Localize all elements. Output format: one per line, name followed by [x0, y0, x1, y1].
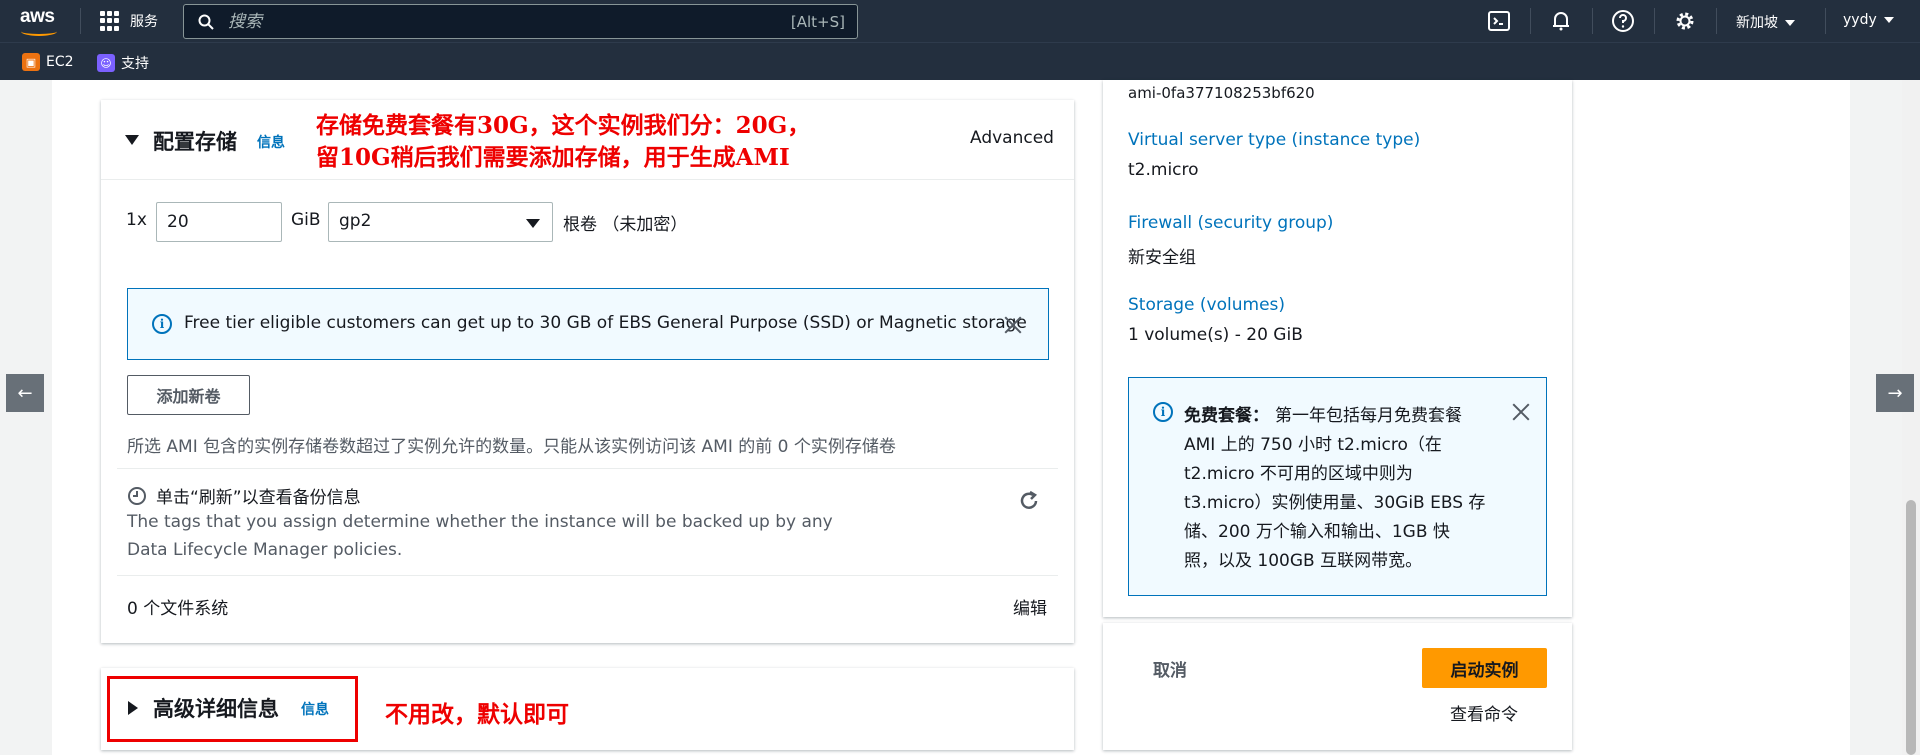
- firewall-value: 新安全组: [1128, 248, 1196, 268]
- favorite-support[interactable]: ☺ 支持: [97, 53, 149, 73]
- free-tier-line: AMI 上的 750 小时 t2.micro（在: [1184, 435, 1442, 455]
- search-icon: [198, 14, 214, 30]
- aws-logo[interactable]: aws: [20, 6, 60, 36]
- favorite-ec2[interactable]: ▣ EC2: [22, 53, 74, 71]
- storage-annotation: 存储免费套餐有30G，这个实例我们分：20G， 留10G稍后我们需要添加存储，用…: [316, 110, 810, 174]
- size-unit: GiB: [291, 210, 321, 230]
- storage-title: 配置存储: [153, 130, 237, 154]
- user-label: yydy: [1843, 12, 1877, 28]
- nav-divider: [80, 8, 81, 34]
- instance-type-label[interactable]: Virtual server type (instance type): [1128, 130, 1420, 150]
- cloudshell-icon[interactable]: [1487, 9, 1511, 33]
- firewall-label[interactable]: Firewall (security group): [1128, 213, 1333, 233]
- nav-divider: [1654, 8, 1655, 34]
- user-menu[interactable]: yydy: [1843, 12, 1894, 28]
- favorite-ec2-label: EC2: [46, 54, 74, 70]
- clock-icon: [128, 487, 146, 505]
- nav-divider: [1530, 8, 1531, 34]
- search-shortcut-hint: [Alt+S]: [790, 13, 845, 31]
- aws-logo-text: aws: [20, 6, 55, 27]
- nav-divider: [1716, 8, 1717, 34]
- view-command-link[interactable]: 查看命令: [1450, 700, 1518, 725]
- region-selector[interactable]: 新加坡: [1736, 12, 1795, 32]
- settings-gear-icon[interactable]: [1673, 9, 1697, 33]
- backup-description-line2: Data Lifecycle Manager policies.: [127, 540, 403, 560]
- search-input[interactable]: [228, 10, 708, 34]
- alert-text: Free tier eligible customers can get up …: [184, 313, 1027, 333]
- free-tier-line: 照，以及 100GB 互联网带宽。: [1184, 551, 1423, 571]
- volume-count: 1x: [126, 210, 147, 230]
- advanced-highlight-box: [107, 676, 358, 742]
- chevron-down-icon: [1883, 17, 1894, 23]
- close-icon[interactable]: [1510, 401, 1532, 423]
- launch-actions-panel: 取消 启动实例 查看命令: [1103, 623, 1572, 750]
- favorite-support-label: 支持: [121, 56, 149, 72]
- refresh-icon[interactable]: [1018, 490, 1040, 512]
- free-tier-line: 第一年包括每月免费套餐: [1275, 406, 1462, 426]
- free-tier-text: 免费套餐： 第一年包括每月免费套餐 AMI 上的 750 小时 t2.micro（…: [1184, 402, 1504, 576]
- aws-smile-icon: [21, 27, 57, 36]
- ami-instance-store-note: 所选 AMI 包含的实例存储卷数超过了实例允许的数量。只能从该实例访问该 AMI…: [127, 437, 896, 457]
- storage-annotation-line1: 存储免费套餐有30G，这个实例我们分：20G，: [316, 112, 811, 139]
- info-icon: i: [152, 314, 172, 334]
- volume-type-select[interactable]: gp2: [328, 202, 553, 242]
- prev-arrow-button[interactable]: ←: [6, 374, 44, 412]
- volume-description: 根卷 （未加密）: [563, 215, 688, 235]
- search-box[interactable]: [Alt+S]: [183, 4, 858, 39]
- grid-menu-icon: [100, 11, 120, 31]
- free-tier-line: t3.micro）实例使用量、30GiB EBS 存: [1184, 493, 1486, 513]
- storage-label[interactable]: Storage (volumes): [1128, 295, 1285, 315]
- advanced-link[interactable]: Advanced: [970, 128, 1054, 148]
- storage-annotation-line2: 留10G稍后我们需要添加存储，用于生成AMI: [316, 144, 790, 171]
- services-label: 服务: [130, 14, 158, 30]
- advanced-annotation: 不用改，默认即可: [385, 701, 569, 728]
- top-navigation-bar: aws 服务 [Alt+S] 新加坡 yydy: [0, 0, 1920, 42]
- storage-info-link[interactable]: 信息: [257, 132, 285, 152]
- volume-type-value: gp2: [339, 211, 372, 231]
- services-menu-button[interactable]: 服务: [100, 11, 158, 31]
- configure-storage-panel: 配置存储 信息 Advanced 1x GiB gp2 根卷 （未加密） i F…: [101, 100, 1074, 643]
- favorites-bar: ▣ EC2 ☺ 支持: [0, 42, 1920, 80]
- cancel-button[interactable]: 取消: [1153, 656, 1187, 681]
- notifications-bell-icon[interactable]: [1549, 9, 1573, 33]
- close-icon[interactable]: [1002, 314, 1024, 336]
- free-tier-line: t2.micro 不可用的区域中则为: [1184, 464, 1413, 484]
- launch-instance-button[interactable]: 启动实例: [1422, 648, 1547, 688]
- instance-type-value: t2.micro: [1128, 160, 1199, 180]
- nav-divider: [1825, 8, 1826, 34]
- free-tier-line: 储、200 万个输入和输出、1GB 快: [1184, 522, 1450, 542]
- next-arrow-button[interactable]: →: [1876, 374, 1914, 412]
- nav-divider: [1592, 8, 1593, 34]
- volume-size-input[interactable]: [156, 202, 282, 242]
- divider: [117, 468, 1058, 469]
- add-new-volume-button[interactable]: 添加新卷: [127, 375, 250, 415]
- region-label: 新加坡: [1736, 15, 1778, 31]
- free-tier-storage-alert: i Free tier eligible customers can get u…: [127, 288, 1049, 360]
- backup-info-title: 单击“刷新”以查看备份信息: [156, 488, 361, 508]
- scrollbar-thumb[interactable]: [1906, 500, 1916, 755]
- divider: [117, 575, 1058, 576]
- chevron-down-icon: [1785, 20, 1795, 26]
- ec2-service-icon: ▣: [22, 53, 40, 71]
- edit-file-systems-link[interactable]: 编辑: [1013, 594, 1047, 619]
- expand-caret-icon[interactable]: [125, 135, 139, 145]
- caret-down-icon: [526, 219, 540, 228]
- storage-value: 1 volume(s) - 20 GiB: [1128, 325, 1303, 345]
- backup-description-line1: The tags that you assign determine wheth…: [127, 512, 833, 532]
- support-service-icon: ☺: [97, 54, 115, 72]
- file-systems-count: 0 个文件系统: [127, 599, 229, 619]
- summary-panel: ami-0fa377108253bf620 Virtual server typ…: [1103, 80, 1572, 617]
- help-icon[interactable]: [1611, 9, 1635, 33]
- info-icon: i: [1153, 402, 1173, 422]
- free-tier-summary-alert: i 免费套餐： 第一年包括每月免费套餐 AMI 上的 750 小时 t2.micr…: [1128, 377, 1547, 596]
- free-tier-title: 免费套餐：: [1184, 406, 1269, 426]
- ami-id: ami-0fa377108253bf620: [1128, 84, 1315, 102]
